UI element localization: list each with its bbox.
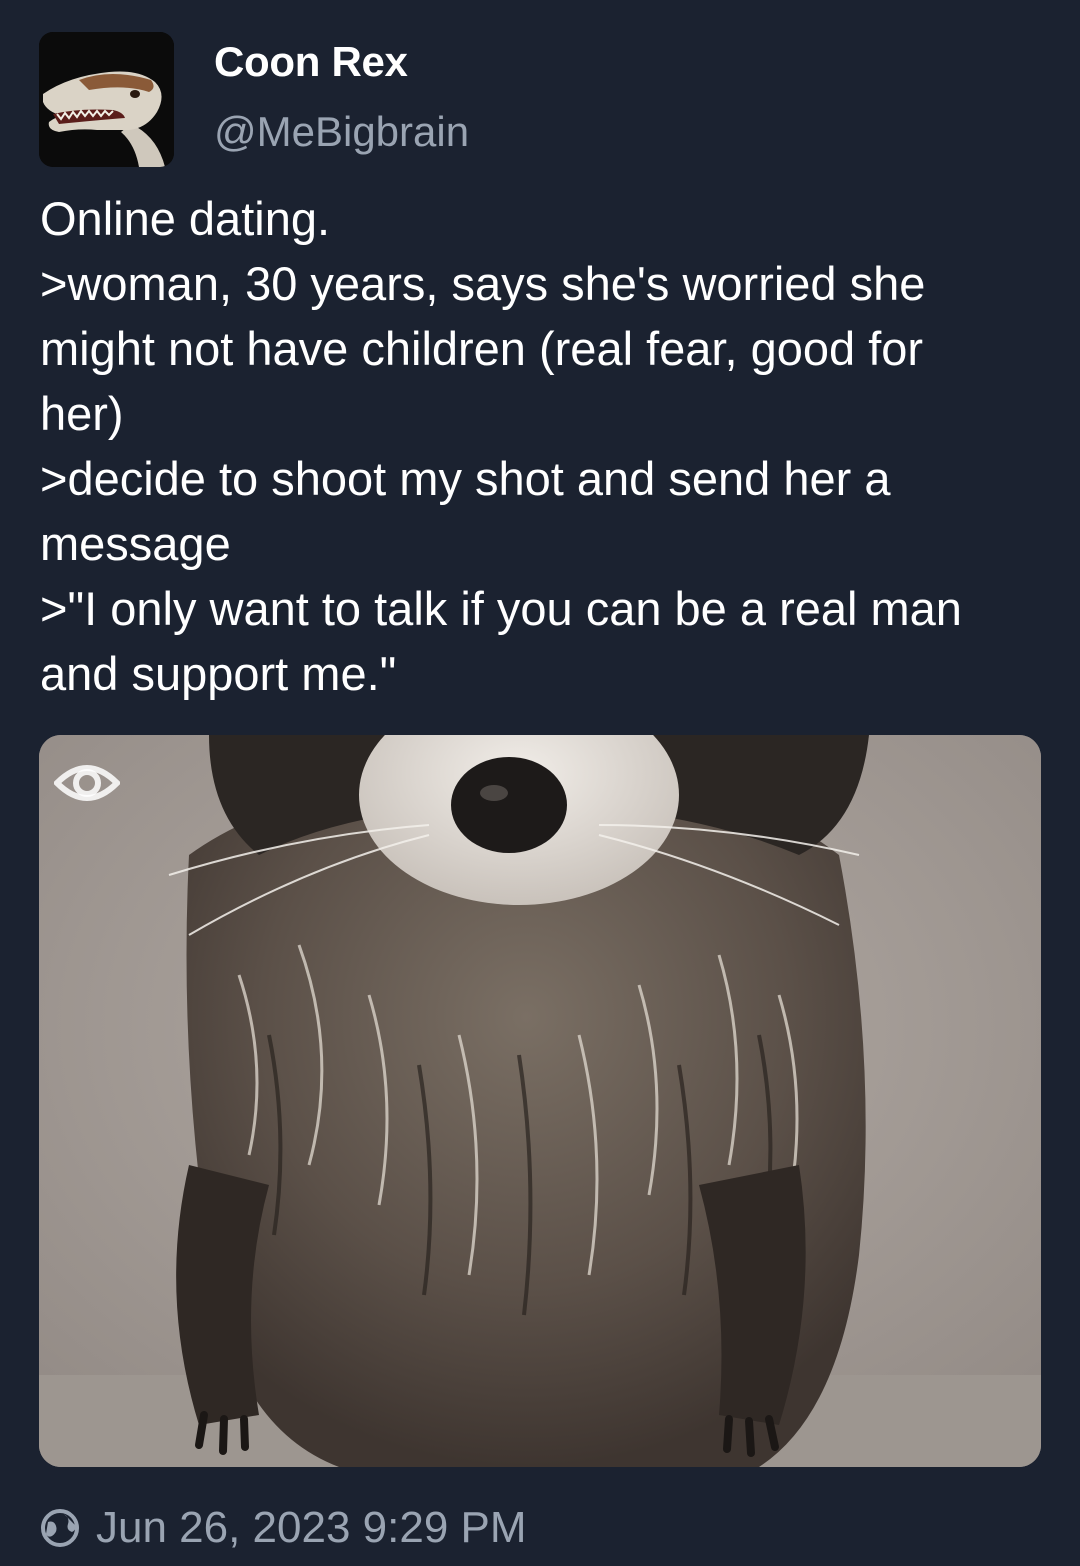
tweet-text-line: >"I only want to talk if you can be a re… [40, 582, 962, 635]
tweet-text-line: >decide to shoot my shot and send her a [40, 452, 891, 505]
tweet-text-line: >woman, 30 years, says she's worried she [40, 257, 926, 310]
tweet-text-line: Online dating. [40, 192, 331, 245]
timestamp[interactable]: Jun 26, 2023 9:29 PM [96, 1503, 527, 1553]
globe-icon [41, 1509, 79, 1547]
tweet-text: Online dating. >woman, 30 years, says sh… [40, 186, 1050, 706]
display-name[interactable]: Coon Rex [214, 38, 408, 86]
tweet-text-line: her) [40, 387, 124, 440]
avatar[interactable] [39, 32, 174, 167]
eye-icon[interactable] [52, 757, 122, 809]
tweet-text-line: message [40, 517, 231, 570]
dinosaur-head-icon [39, 32, 174, 167]
tweet-footer: Jun 26, 2023 9:29 PM [40, 1500, 527, 1556]
user-handle[interactable]: @MeBigbrain [214, 108, 469, 156]
tweet-text-line: might not have children (real fear, good… [40, 322, 924, 375]
tweet-card: Coon Rex @MeBigbrain Online dating. >wom… [0, 0, 1080, 1566]
raccoon-photo [39, 735, 1041, 1467]
tweet-media-image[interactable] [39, 735, 1041, 1467]
tweet-text-line: and support me." [40, 647, 397, 700]
